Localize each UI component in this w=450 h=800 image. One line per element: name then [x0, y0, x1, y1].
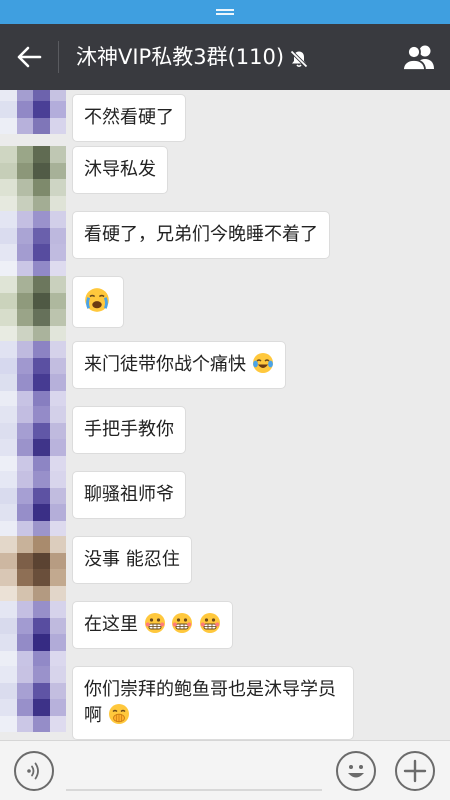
message-text: 沐导私发: [84, 159, 156, 180]
grimacing-emoji: [144, 613, 165, 633]
message-input[interactable]: [66, 753, 322, 791]
title-divider: [58, 41, 59, 73]
avatar[interactable]: [0, 276, 66, 342]
notification-grip-icon[interactable]: [216, 9, 234, 11]
smiley-face-icon: [348, 765, 364, 778]
plus-icon[interactable]: [395, 751, 435, 791]
avatar[interactable]: [0, 146, 66, 212]
message-bubble[interactable]: 在这里: [72, 601, 234, 649]
tears-of-joy-emoji: [252, 353, 273, 373]
status-bar: [0, 0, 450, 24]
message-bubble[interactable]: 不然看硬了: [72, 94, 186, 142]
message-text: 手把手教你: [84, 419, 174, 440]
message-text: 聊骚祖师爷: [84, 484, 174, 505]
message-bubble[interactable]: 来门徒带你战个痛快: [72, 341, 286, 389]
group-members-icon[interactable]: [402, 43, 436, 71]
message-text: 来门徒带你战个痛快: [84, 354, 246, 375]
message-text: 没事 能忍住: [84, 549, 180, 570]
avatar[interactable]: [0, 666, 66, 732]
crying-face-emoji: [85, 288, 109, 312]
avatar[interactable]: [0, 406, 66, 472]
avatar[interactable]: [0, 536, 66, 602]
message-bubble[interactable]: 聊骚祖师爷: [72, 471, 186, 519]
hand-over-mouth-emoji: [108, 704, 129, 724]
message-text: 不然看硬了: [84, 107, 174, 128]
message-bubble[interactable]: 看硬了，兄弟们今晚睡不着了: [72, 211, 330, 259]
emoji-face-icon[interactable]: [336, 751, 376, 791]
message-text: 看硬了，兄弟们今晚睡不着了: [84, 224, 318, 245]
voice-icon[interactable]: [14, 751, 54, 791]
message-bubble[interactable]: [72, 276, 124, 328]
chat-input-bar: [0, 740, 450, 800]
avatar[interactable]: [0, 341, 66, 407]
plus-sign-icon: [403, 759, 427, 783]
message-bubble[interactable]: 手把手教你: [72, 406, 186, 454]
message-text: 在这里: [84, 614, 138, 635]
grimacing-emoji: [172, 613, 193, 633]
message-bubble[interactable]: 沐导私发: [72, 146, 168, 194]
chat-title: 沐神VIP私教3群(110): [76, 45, 285, 69]
message-bubble[interactable]: 你们崇拜的鲍鱼哥也是沐导学员啊: [72, 666, 354, 740]
avatar[interactable]: [0, 601, 66, 667]
grimacing-emoji: [200, 613, 221, 633]
message-list[interactable]: 不然看硬了 沐导私发 看硬了，兄弟们今晚睡不着了 来门徒带你战个痛快 手把手教你…: [0, 90, 450, 740]
voice-waves-icon: [27, 762, 39, 780]
avatar[interactable]: [0, 90, 66, 134]
arrow-left-icon[interactable]: [16, 45, 42, 69]
message-bubble[interactable]: 没事 能忍住: [72, 536, 192, 584]
chat-title-bar: 沐神VIP私教3群(110): [0, 24, 450, 90]
avatar[interactable]: [0, 211, 66, 277]
avatar[interactable]: [0, 471, 66, 537]
bell-muted-icon: [290, 50, 308, 68]
